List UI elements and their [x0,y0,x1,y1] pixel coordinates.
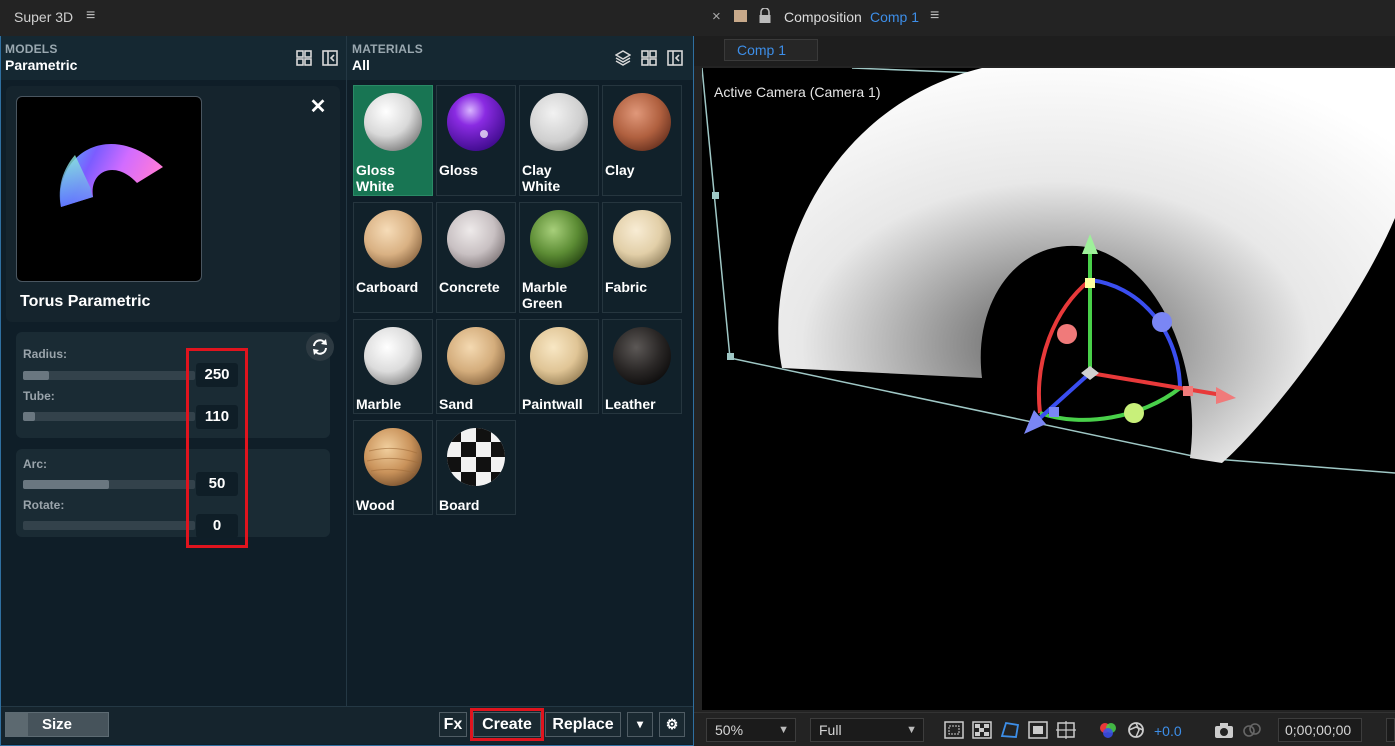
timecode-value: 0;00;00;00 [1285,722,1352,738]
exposure-reset-icon[interactable] [1126,721,1146,739]
exposure-value[interactable]: +0.0 [1154,723,1182,739]
composition-name: Comp 1 [870,9,920,25]
scene-3d [702,68,1395,474]
panel-title: Super 3D [14,9,74,25]
frame-handle[interactable] [727,353,734,360]
close-tab-icon[interactable]: × [712,8,721,25]
comp-tabbar: Comp 1 [694,36,1395,66]
toolbar-overflow[interactable] [1386,718,1395,742]
region-of-interest-icon[interactable] [944,721,964,739]
composition-color-swatch [734,10,747,22]
super3d-tab[interactable]: Super 3D ≡ [0,0,694,36]
torus-model[interactable] [778,68,1395,463]
masks-icon[interactable] [1000,721,1020,739]
frame-handle[interactable] [712,192,719,199]
composition-viewport[interactable]: Active Camera (Camera 1) [702,68,1395,710]
grid-overlay-icon[interactable] [1056,721,1076,739]
panel-focus-frame [0,36,694,746]
color-channels-icon[interactable] [1098,721,1118,739]
show-snapshot-icon[interactable] [1242,721,1262,739]
panel-menu-icon[interactable]: ≡ [86,7,95,25]
resolution-value: Full [819,722,842,738]
composition-tab[interactable]: × Composition Comp 1 ≡ [694,0,1395,36]
comp-tab[interactable]: Comp 1 [724,39,818,61]
timecode-field[interactable]: 0;00;00;00 [1278,718,1362,742]
snapshot-camera-icon[interactable] [1214,721,1234,739]
resolution-dropdown[interactable]: Full ▼ [810,718,924,742]
viewer-toolbar: 50% ▼ Full ▼ +0.0 0;00;00;00 [694,712,1395,746]
active-camera-label: Active Camera (Camera 1) [714,84,881,100]
guides-icon[interactable] [1028,721,1048,739]
zoom-dropdown[interactable]: 50% ▼ [706,718,796,742]
panel-menu-icon[interactable]: ≡ [930,7,939,25]
composition-label: Composition [784,9,862,25]
composition-panel: × Composition Comp 1 ≡ Comp 1 Active Cam… [694,0,1395,746]
zoom-value: 50% [715,722,744,738]
transparency-grid-icon[interactable] [972,721,992,739]
lock-icon[interactable] [758,8,772,24]
